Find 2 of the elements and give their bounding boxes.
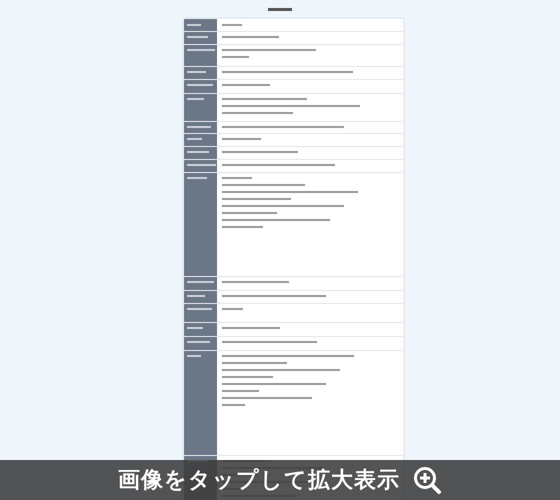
zoom-banner[interactable]: 画像をタップして拡大表示 (0, 460, 560, 500)
zoom-in-icon (412, 465, 442, 495)
